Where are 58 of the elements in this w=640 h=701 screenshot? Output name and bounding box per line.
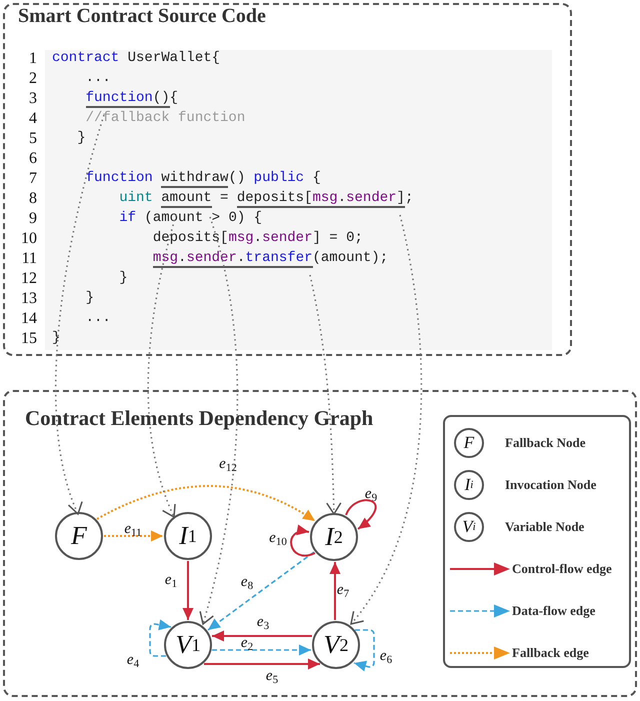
panel-title: Contract Elements Dependency Graph bbox=[24, 405, 374, 431]
edge-label: e$_{10}$ bbox=[269, 531, 287, 549]
code-line: } bbox=[76, 130, 86, 146]
code-line: } bbox=[118, 270, 128, 286]
edge-label: e$_{3}$ bbox=[256, 615, 270, 633]
control-flow-edge bbox=[290, 524, 316, 557]
line-number: 5 bbox=[28, 130, 37, 149]
line-number: 9 bbox=[28, 210, 37, 229]
panel-title: Smart Contract Source Code bbox=[17, 5, 267, 29]
control-flow-edge bbox=[182, 561, 194, 620]
edge-label: e$_{4}$ bbox=[126, 653, 140, 671]
legend-label: Invocation Node bbox=[505, 477, 596, 493]
legend-label: Variable Node bbox=[505, 519, 584, 535]
code-line: function(){ bbox=[84, 90, 178, 106]
line-number: 15 bbox=[20, 330, 37, 349]
line-number: 14 bbox=[20, 310, 37, 329]
edge-label: e$_{9}$ bbox=[364, 487, 378, 505]
legend-node-symbol: F bbox=[454, 428, 484, 458]
legend-label: Fallback Node bbox=[505, 435, 586, 451]
data-flow-edge bbox=[354, 629, 375, 672]
line-number: 12 bbox=[20, 270, 37, 289]
line-number: 13 bbox=[20, 290, 37, 309]
code-line: deposits[msg.sender] = 0; bbox=[152, 230, 363, 246]
edge-label: e$_{5}$ bbox=[266, 669, 278, 687]
line-number: 2 bbox=[28, 70, 37, 89]
line-number: 6 bbox=[28, 150, 37, 169]
legend-label: Control-flow edge bbox=[512, 561, 612, 577]
edge-label: e$_{1}$ bbox=[164, 573, 178, 591]
legend-label: Fallback edge bbox=[512, 645, 589, 661]
line-number: 8 bbox=[28, 190, 37, 209]
solid-arrow-icon bbox=[448, 562, 510, 576]
legend-label: Data-flow edge bbox=[512, 603, 596, 619]
code-line: } bbox=[52, 330, 60, 346]
code-line: if (amount > 0) { bbox=[118, 210, 262, 226]
code-line: //fallback function bbox=[84, 110, 246, 126]
edge-label: e$_{6}$ bbox=[380, 649, 392, 667]
code-line: ... bbox=[84, 70, 111, 86]
line-number: 1 bbox=[28, 50, 37, 69]
code-line: msg.sender.transfer(amount); bbox=[152, 250, 388, 266]
line-number: 3 bbox=[28, 90, 37, 109]
line-number: 10 bbox=[20, 230, 37, 249]
code-line: contract UserWallet{ bbox=[52, 50, 220, 66]
code-line: } bbox=[84, 290, 94, 306]
edge-label: e$_{12}$ bbox=[219, 457, 237, 475]
edge-label: e$_{11}$ bbox=[124, 522, 142, 540]
code-line: uint amount = deposits[msg.sender]; bbox=[118, 190, 414, 206]
data-flow-edge bbox=[149, 619, 172, 657]
graph-node: F bbox=[55, 512, 103, 560]
line-number: 11 bbox=[20, 250, 37, 269]
dashed-arrow-icon bbox=[448, 604, 510, 618]
dotted-arrow-icon bbox=[448, 646, 510, 660]
edge-label: e$_{2}$ bbox=[240, 636, 254, 654]
code-line: ... bbox=[84, 310, 111, 326]
line-number: 4 bbox=[28, 110, 37, 129]
line-number: 7 bbox=[28, 170, 37, 189]
code-line: function withdraw() public { bbox=[84, 170, 321, 186]
edge-label: e$_{8}$ bbox=[240, 575, 254, 593]
edge-label: e$_{7}$ bbox=[336, 583, 350, 601]
